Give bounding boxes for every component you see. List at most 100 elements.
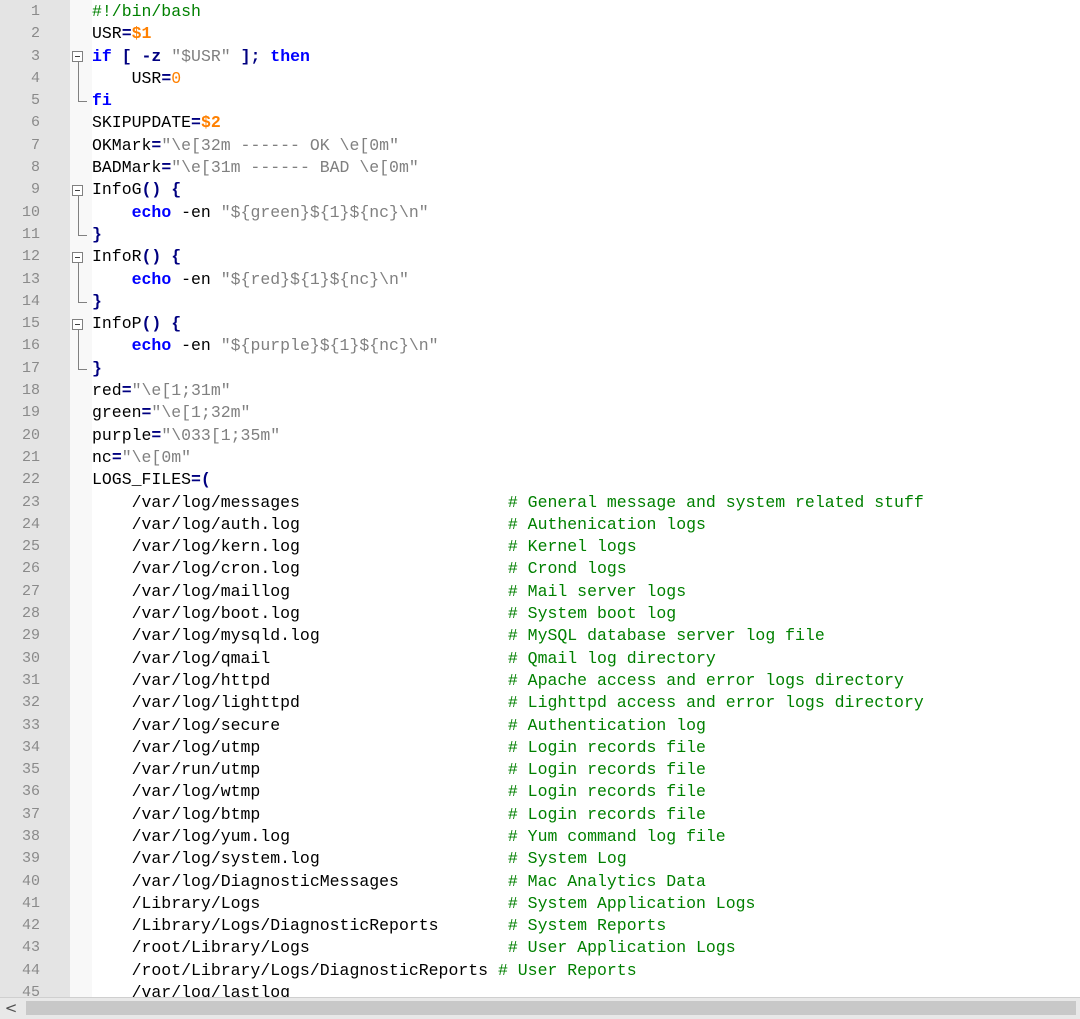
code-line[interactable]: 37 /var/log/btmp # Login records file <box>0 804 1080 826</box>
fold-end <box>78 301 87 303</box>
fold-toggle-icon[interactable] <box>72 184 83 196</box>
code-line[interactable]: 12 InfoR() { <box>0 246 1080 268</box>
code-line[interactable]: 36 /var/log/wtmp # Login records file <box>0 781 1080 803</box>
code-line[interactable]: 26 /var/log/cron.log # Crond logs <box>0 558 1080 580</box>
code-line[interactable]: 21 nc="\e[0m" <box>0 447 1080 469</box>
code-line[interactable]: 11} <box>0 224 1080 246</box>
code-token: = <box>121 381 132 401</box>
code-line[interactable]: 42 /Library/Logs/DiagnosticReports # Sys… <box>0 915 1080 937</box>
code-line[interactable]: 31 /var/log/httpd # Apache access and er… <box>0 670 1080 692</box>
code-line[interactable]: 44 /root/Library/Logs/DiagnosticReports … <box>0 960 1080 982</box>
code-line[interactable]: 2 USR=$1 <box>0 23 1080 45</box>
code-token: nc <box>92 447 112 467</box>
fold-toggle-icon[interactable] <box>72 51 83 63</box>
code-line[interactable]: 30 /var/log/qmail # Qmail log directory <box>0 648 1080 670</box>
code-token: /var/log/secure <box>92 715 508 735</box>
code-token: "${green}${1}${nc}\n" <box>220 202 429 222</box>
code-token: [ <box>121 46 132 66</box>
code-line[interactable]: 8 BADMark="\e[31m ------ BAD \e[0m" <box>0 157 1080 179</box>
code-token: = <box>191 113 201 133</box>
code-line[interactable]: 7 OKMark="\e[32m ------ OK \e[0m" <box>0 135 1080 157</box>
code-line[interactable]: 6 SKIPUPDATE=$2 <box>0 112 1080 134</box>
code-line[interactable]: 4 USR=0 <box>0 68 1080 90</box>
code-editor[interactable]: 1 #!/bin/bash 2 USR=$1 3 if [ -z "$USR" ]; th… <box>0 1 1080 1004</box>
scroll-left-icon[interactable]: < <box>0 998 22 1019</box>
code-line[interactable]: 25 /var/log/kern.log # Kernel logs <box>0 536 1080 558</box>
code-token: # General message and system related stu… <box>507 492 924 512</box>
code-line[interactable]: 5 fi <box>0 90 1080 112</box>
code-line[interactable]: 35 /var/run/utmp # Login records file <box>0 759 1080 781</box>
code-line[interactable]: 27 /var/log/maillog # Mail server logs <box>0 581 1080 603</box>
code-token: { <box>171 247 182 267</box>
code-line[interactable]: 14} <box>0 291 1080 313</box>
code-token: /var/log/messages <box>92 492 508 512</box>
code-token: /var/log/system.log <box>92 849 508 869</box>
scrollbar-thumb[interactable] <box>26 1001 1076 1015</box>
code-line[interactable]: 29 /var/log/mysqld.log # MySQL database … <box>0 625 1080 647</box>
code-token: /var/log/yum.log <box>92 826 508 846</box>
code-line[interactable]: 32 /var/log/lighttpd # Lighttpd access a… <box>0 692 1080 714</box>
code-line[interactable]: 13 echo -en "${red}${1}${nc}\n" <box>0 269 1080 291</box>
fold-toggle-icon[interactable] <box>72 251 83 263</box>
line-number: 3 <box>30 47 40 65</box>
horizontal-scrollbar[interactable]: < <box>0 997 1080 1019</box>
code-line[interactable]: 10 echo -en "${green}${1}${nc}\n" <box>0 202 1080 224</box>
code-line[interactable]: 17} <box>0 358 1080 380</box>
code-token: -en <box>171 202 221 222</box>
code-text: /var/log/kern.log # Kernel logs <box>92 536 637 558</box>
code-token: = <box>121 24 132 44</box>
code-line[interactable]: 18 red="\e[1;31m" <box>0 380 1080 402</box>
code-line[interactable]: 28 /var/log/boot.log # System boot log <box>0 603 1080 625</box>
code-text: /var/run/utmp # Login records file <box>92 759 706 781</box>
line-number: 2 <box>30 25 40 43</box>
code-line[interactable]: 40 /var/log/DiagnosticMessages # Mac Ana… <box>0 871 1080 893</box>
code-text: /var/log/maillog # Mail server logs <box>92 581 687 603</box>
code-token: -z <box>141 46 162 66</box>
code-text: USR=0 <box>92 68 182 90</box>
code-line[interactable]: 3 if [ -z "$USR" ]; then <box>0 46 1080 68</box>
code-line[interactable]: 33 /var/log/secure # Authentication log <box>0 715 1080 737</box>
code-text: /var/log/boot.log # System boot log <box>92 603 677 625</box>
code-line[interactable]: 15 InfoP() { <box>0 313 1080 335</box>
code-line[interactable]: 9 InfoG() { <box>0 179 1080 201</box>
code-token: red <box>92 381 122 401</box>
line-number: 16 <box>21 337 40 355</box>
line-number: 18 <box>21 382 40 400</box>
line-number: 38 <box>21 827 40 845</box>
code-line[interactable]: 1 #!/bin/bash <box>0 1 1080 23</box>
code-token: InfoP <box>92 314 142 334</box>
code-line[interactable]: 22 LOGS_FILES=( <box>0 469 1080 491</box>
code-token: OKMark <box>92 135 152 155</box>
code-text: nc="\e[0m" <box>92 447 191 469</box>
code-token: /var/log/kern.log <box>92 537 508 557</box>
code-text: /Library/Logs/DiagnosticReports # System… <box>92 915 667 937</box>
code-line[interactable]: 20 purple="\033[1;35m" <box>0 425 1080 447</box>
code-line[interactable]: 38 /var/log/yum.log # Yum command log fi… <box>0 826 1080 848</box>
code-token: /var/log/lighttpd <box>92 693 508 713</box>
code-token: echo <box>131 336 172 356</box>
code-line[interactable]: 16 echo -en "${purple}${1}${nc}\n" <box>0 335 1080 357</box>
code-line[interactable]: 39 /var/log/system.log # System Log <box>0 848 1080 870</box>
code-token: # System Reports <box>507 916 667 936</box>
code-token: /var/log/httpd <box>92 670 508 690</box>
code-line[interactable]: 34 /var/log/utmp # Login records file <box>0 737 1080 759</box>
code-line[interactable]: 43 /root/Library/Logs # User Application… <box>0 937 1080 959</box>
line-number: 26 <box>21 560 40 578</box>
code-line[interactable]: 23 /var/log/messages # General message a… <box>0 492 1080 514</box>
code-token: # Lighttpd access and error logs directo… <box>507 693 924 713</box>
code-token: /Library/Logs/DiagnosticReports <box>92 916 508 936</box>
fold-toggle-icon[interactable] <box>72 318 83 330</box>
code-token: /Library/Logs <box>92 893 508 913</box>
code-token: # Qmail log directory <box>507 648 716 668</box>
code-token: /var/log/wtmp <box>92 782 508 802</box>
code-text: if [ -z "$USR" ]; then <box>92 46 310 68</box>
code-text: USR=$1 <box>92 23 151 45</box>
code-line[interactable]: 19 green="\e[1;32m" <box>0 402 1080 424</box>
code-token: /root/Library/Logs/DiagnosticReports <box>92 960 498 980</box>
code-line[interactable]: 24 /var/log/auth.log # Authenication log… <box>0 514 1080 536</box>
code-text: /var/log/messages # General message and … <box>92 492 924 514</box>
code-line[interactable]: 41 /Library/Logs # System Application Lo… <box>0 893 1080 915</box>
